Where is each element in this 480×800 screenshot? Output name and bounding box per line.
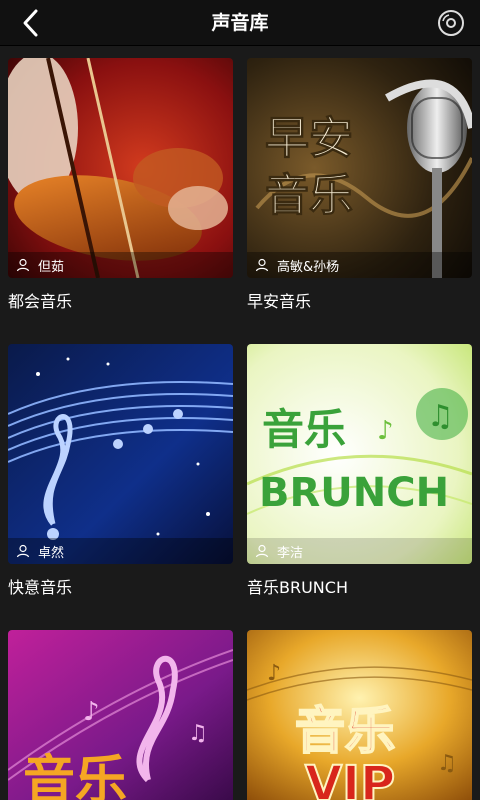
svg-text:BRUNCH: BRUNCH: [259, 470, 449, 516]
card-thumbnail[interactable]: ♪ ♫ 音乐 VIP: [247, 630, 472, 800]
disc-icon: [438, 10, 464, 36]
author-bar: 李洁: [247, 538, 472, 564]
svg-text:音乐: 音乐: [265, 170, 353, 221]
music-staff-artwork: [8, 344, 233, 564]
author-name: 卓然: [38, 545, 65, 561]
card-thumbnail[interactable]: ♪ ♫ 音乐: [8, 630, 233, 800]
author-bar: 卓然: [8, 538, 233, 564]
card-thumbnail[interactable]: 卓然: [8, 344, 233, 564]
card-thumbnail[interactable]: 早安 音乐 高敏&孙杨: [247, 58, 472, 278]
svg-text:♫: ♫: [427, 399, 454, 434]
svg-text:♫: ♫: [188, 721, 208, 746]
author-name: 高敏&孙杨: [277, 259, 340, 275]
card-title[interactable]: 音乐BRUNCH: [247, 574, 472, 597]
card-thumbnail[interactable]: 但茹: [8, 58, 233, 278]
violin-artwork: [8, 58, 233, 278]
library-card-dushi[interactable]: 但茹 都会音乐: [8, 58, 233, 311]
library-card-vip[interactable]: ♪ ♫ 音乐 VIP: [247, 630, 472, 800]
svg-text:♪: ♪: [377, 416, 394, 446]
svg-text:音乐: 音乐: [262, 405, 346, 454]
svg-text:♪: ♪: [83, 697, 100, 727]
sound-library-grid: 但茹 都会音乐 早安 音乐 高敏&孙杨 早安音乐 卓然 快意音乐 ♫ ♪ 音乐 …: [0, 46, 480, 800]
library-card-purple[interactable]: ♪ ♫ 音乐: [8, 630, 233, 800]
treble-clef-artwork: ♪ ♫ 音乐: [8, 630, 233, 800]
svg-text:音乐: 音乐: [23, 751, 127, 800]
brunch-artwork: ♫ ♪ 音乐 BRUNCH: [247, 344, 472, 564]
card-title[interactable]: 早安音乐: [247, 288, 472, 311]
top-bar: 声音库: [0, 0, 480, 46]
library-card-zaoan[interactable]: 早安 音乐 高敏&孙杨 早安音乐: [247, 58, 472, 311]
author-bar: 高敏&孙杨: [247, 252, 472, 278]
now-playing-button[interactable]: [434, 6, 468, 40]
svg-text:♪: ♪: [267, 661, 281, 686]
author-bar: 但茹: [8, 252, 233, 278]
user-icon: [255, 258, 269, 272]
library-card-brunch[interactable]: ♫ ♪ 音乐 BRUNCH 李洁 音乐BRUNCH: [247, 344, 472, 597]
svg-text:VIP: VIP: [305, 756, 395, 800]
card-title[interactable]: 都会音乐: [8, 288, 233, 311]
svg-text:♫: ♫: [437, 751, 457, 776]
user-icon: [16, 544, 30, 558]
card-thumbnail[interactable]: ♫ ♪ 音乐 BRUNCH 李洁: [247, 344, 472, 564]
page-title: 声音库: [211, 12, 269, 34]
svg-text:早安: 早安: [265, 113, 353, 164]
microphone-artwork: 早安 音乐: [247, 58, 472, 278]
author-name: 李洁: [277, 545, 304, 561]
user-icon: [255, 544, 269, 558]
library-card-kuaiyi[interactable]: 卓然 快意音乐: [8, 344, 233, 597]
author-name: 但茹: [38, 259, 65, 275]
vip-artwork: ♪ ♫ 音乐 VIP: [247, 630, 472, 800]
card-title[interactable]: 快意音乐: [8, 574, 233, 597]
user-icon: [16, 258, 30, 272]
svg-text:音乐: 音乐: [295, 702, 395, 760]
